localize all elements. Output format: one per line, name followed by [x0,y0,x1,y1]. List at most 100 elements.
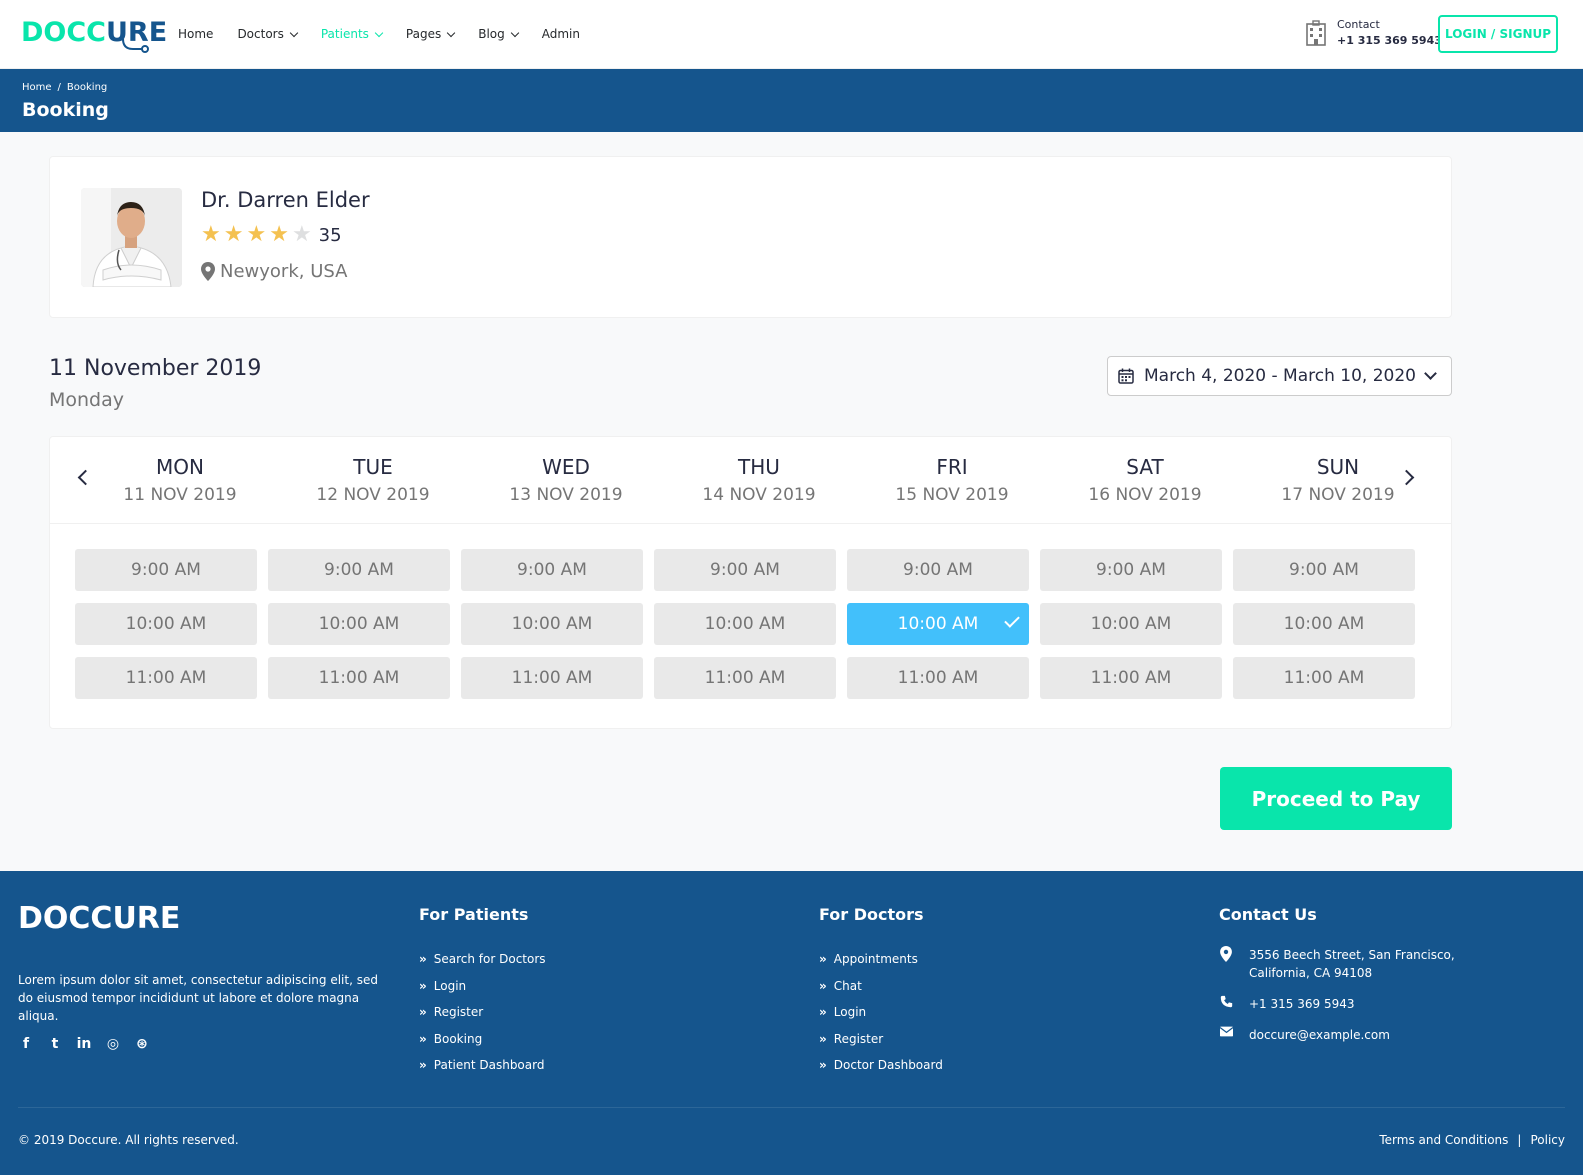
time-slot[interactable]: 10:00 AM [847,603,1029,645]
double-chevron-right-icon: » [419,978,427,993]
chevron-down-icon [1424,367,1437,380]
time-slot-label: 11:00 AM [1283,668,1365,688]
time-slot[interactable]: 10:00 AM [461,603,643,645]
dribbble-icon[interactable]: ⊛ [134,1036,150,1052]
doctor-name[interactable]: Dr. Darren Elder [201,188,370,212]
logo-part1: DOCC [21,16,106,48]
footer-link-label: Login [433,978,467,993]
time-slot-label: 10:00 AM [318,614,400,634]
day-column-wed: WED 13 NOV 2019 [491,455,641,505]
doctor-photo[interactable] [81,188,182,287]
footer-divider [18,1107,1565,1108]
phone-icon [1220,995,1232,1008]
nav-item-patients[interactable]: Patients [321,22,384,46]
page-title: Booking [22,99,109,121]
day-name: WED [542,455,590,479]
time-slot[interactable]: 11:00 AM [654,657,836,699]
double-chevron-right-icon: » [819,1058,827,1073]
linkedin-icon[interactable]: in [76,1036,92,1052]
selected-date: 11 November 2019 [49,356,262,381]
time-slot[interactable]: 9:00 AM [75,549,257,591]
time-slot-label: 11:00 AM [704,668,786,688]
chevron-down-icon [374,28,384,37]
day-date: 16 NOV 2019 [1088,485,1202,505]
nav-item-label: Home [178,27,214,41]
time-slot[interactable]: 9:00 AM [1233,549,1415,591]
footer-link[interactable]: » Appointments [819,946,943,973]
day-column-tue: TUE 12 NOV 2019 [298,455,448,505]
time-slot[interactable]: 9:00 AM [847,549,1029,591]
double-chevron-right-icon: » [419,1058,427,1073]
time-slot[interactable]: 11:00 AM [268,657,450,699]
time-slot-label: 11:00 AM [897,668,979,688]
terms-link[interactable]: Terms and Conditions [1379,1133,1508,1147]
proceed-to-pay-button[interactable]: Proceed to Pay [1220,767,1452,830]
footer-link[interactable]: » Login [819,999,943,1026]
time-slot[interactable]: 11:00 AM [1040,657,1222,699]
twitter-icon[interactable]: t [47,1036,63,1052]
contact-phone: +1 315 369 5943 [1337,34,1442,47]
footer-link[interactable]: » Doctor Dashboard [819,1052,943,1079]
time-slot[interactable]: 10:00 AM [654,603,836,645]
footer-link[interactable]: » Booking [419,1026,546,1053]
time-slot-label: 9:00 AM [1096,560,1166,580]
time-slot[interactable]: 11:00 AM [1233,657,1415,699]
nav-item-label: Pages [405,27,442,41]
time-slot[interactable]: 10:00 AM [268,603,450,645]
footer-patients-column: For Patients » Search for Doctors » Login » R… [419,905,546,1079]
footer-doctors-column: For Doctors » Appointments » Chat » Login » Reg… [819,905,943,1079]
star-filled-icon: ★ [223,222,244,247]
footer-link[interactable]: » Register [419,999,546,1026]
header-contact: Contact +1 315 369 5943 [1305,18,1442,47]
time-slot[interactable]: 9:00 AM [461,549,643,591]
email-text[interactable]: doccure@example.com [1249,1026,1390,1044]
hospital-icon [1306,19,1326,46]
facebook-icon[interactable]: f [18,1036,34,1052]
legal-separator: | [1517,1133,1522,1147]
footer-link[interactable]: » Chat [819,973,943,1000]
time-slot[interactable]: 9:00 AM [1040,549,1222,591]
footer-address: 3556 Beech Street, San Francisco, Califo… [1219,946,1455,982]
footer-link-label: Doctor Dashboard [833,1058,943,1073]
time-slot[interactable]: 10:00 AM [75,603,257,645]
policy-link[interactable]: Policy [1530,1133,1565,1147]
day-date: 15 NOV 2019 [895,485,1009,505]
nav-item-blog[interactable]: Blog [478,22,519,46]
date-range-picker[interactable]: March 4, 2020 - March 10, 2020 [1107,356,1452,396]
nav-item-admin[interactable]: Admin [542,22,580,46]
time-slot[interactable]: 11:00 AM [461,657,643,699]
footer-link[interactable]: » Login [419,973,546,1000]
day-name: TUE [353,455,393,479]
nav-item-doctors[interactable]: Doctors [237,22,299,46]
login-signup-button[interactable]: LOGIN / SIGNUP [1438,15,1558,53]
footer-email: doccure@example.com [1219,1026,1455,1044]
previous-week-arrow-icon[interactable] [77,469,94,486]
logo[interactable]: DOCCURE [21,14,167,53]
time-slot-label: 10:00 AM [704,614,786,634]
schedule-header: MON 11 NOV 2019 TUE 12 NOV 2019 WED 13 NOV 20… [50,437,1451,524]
doctor-location: Newyork, USA [201,261,347,282]
footer-link[interactable]: » Patient Dashboard [419,1052,546,1079]
time-slot[interactable]: 10:00 AM [1040,603,1222,645]
instagram-icon[interactable]: ◎ [105,1036,121,1052]
selected-day: Monday [49,389,125,411]
chevron-down-icon [510,28,519,37]
map-marker-icon [201,262,215,281]
time-slot-label: 10:00 AM [897,614,979,634]
breadcrumb-home[interactable]: Home [22,82,52,93]
time-slot[interactable]: 9:00 AM [654,549,836,591]
footer-link-label: Chat [833,978,862,993]
time-slot[interactable]: 11:00 AM [75,657,257,699]
footer-link[interactable]: » Register [819,1026,943,1053]
time-slot[interactable]: 10:00 AM [1233,603,1415,645]
breadcrumb: Home / Booking [22,82,107,93]
nav-item-home[interactable]: Home [178,22,213,46]
time-slot[interactable]: 9:00 AM [268,549,450,591]
nav-item-pages[interactable]: Pages [405,22,456,46]
time-slot[interactable]: 11:00 AM [847,657,1029,699]
footer-link[interactable]: » Search for Doctors [419,946,546,973]
map-marker-icon [1220,946,1232,962]
footer-logo[interactable]: DOCCURE [18,901,180,936]
day-name: THU [738,455,780,479]
schedule-widget: MON 11 NOV 2019 TUE 12 NOV 2019 WED 13 NOV 20… [49,436,1452,729]
